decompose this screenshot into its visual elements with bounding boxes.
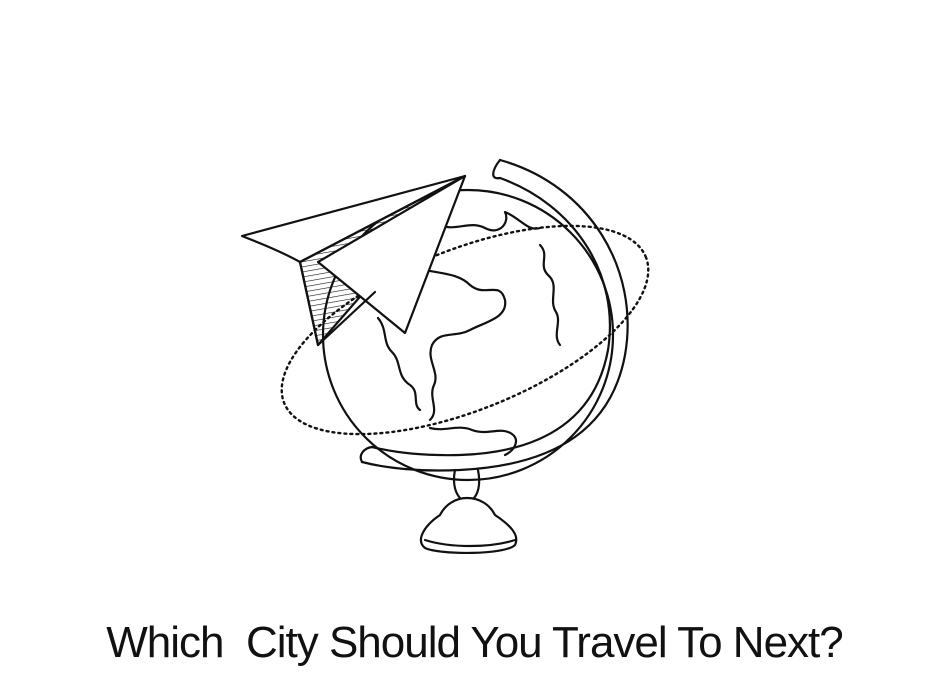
- meridian-arc-end-top: [492, 158, 502, 180]
- stand-base: [419, 496, 518, 554]
- meridian-arc-end-bottom: [359, 445, 374, 464]
- page-title: Which City Should You Travel To Next?: [106, 618, 844, 667]
- globe-illustration: [240, 158, 650, 554]
